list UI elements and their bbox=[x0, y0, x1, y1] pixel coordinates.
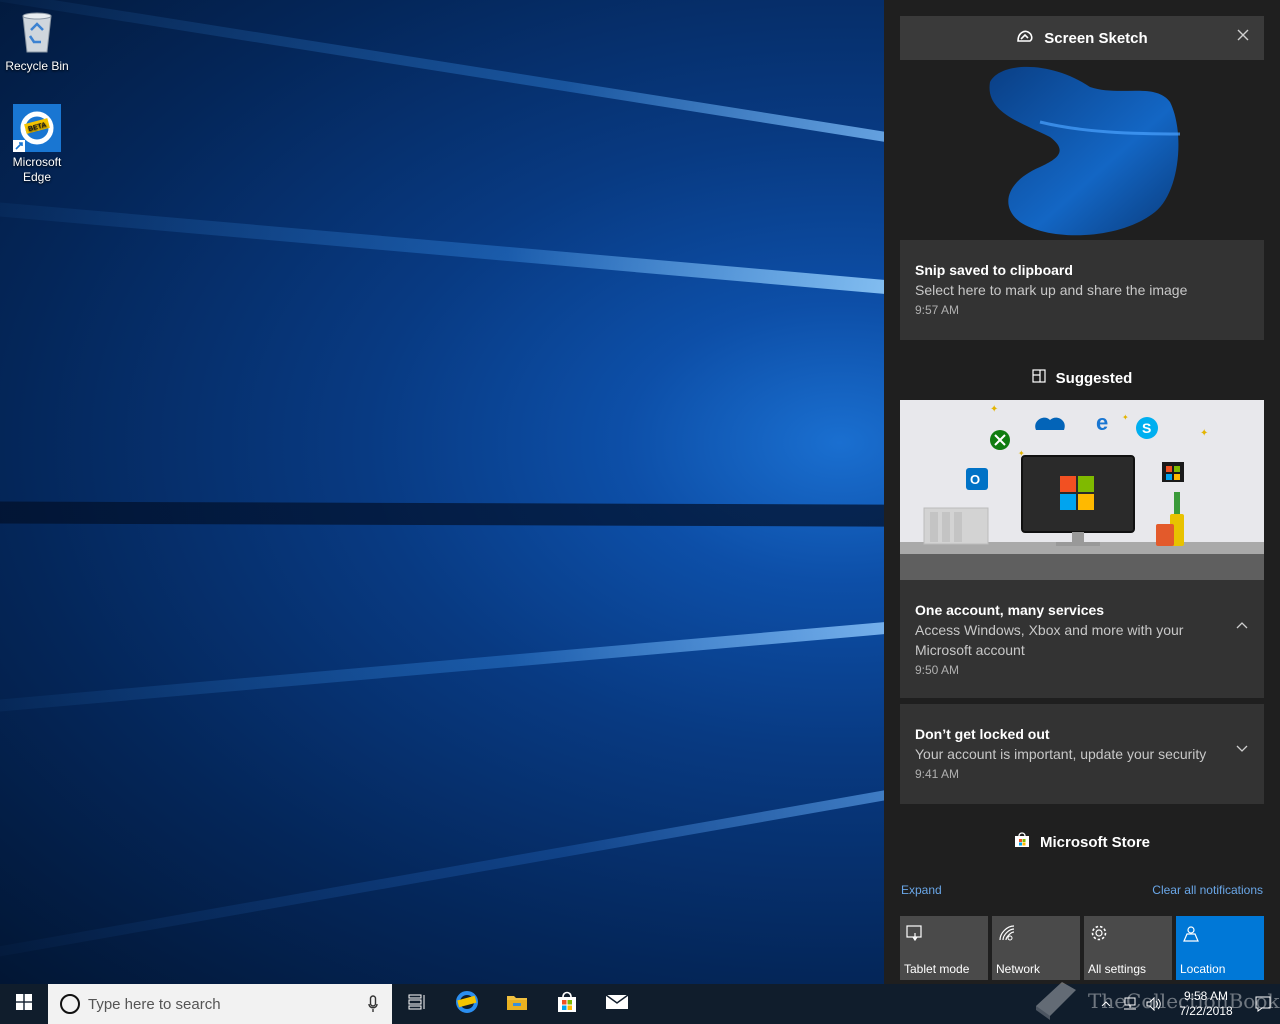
clear-all-notifications-link[interactable]: Clear all notifications bbox=[1152, 883, 1263, 897]
start-button[interactable] bbox=[0, 984, 48, 1024]
taskbar-edge-button[interactable] bbox=[442, 984, 492, 1024]
search-placeholder: Type here to search bbox=[88, 995, 221, 1013]
notification-time: 9:41 AM bbox=[915, 767, 960, 781]
svg-text:✦: ✦ bbox=[1200, 428, 1208, 439]
system-tray: 9:58 AM 7/22/2018 bbox=[1094, 984, 1280, 1024]
notification-title: Snip saved to clipboard bbox=[915, 262, 1073, 278]
action-center-icon[interactable] bbox=[1246, 984, 1280, 1024]
chevron-up-icon[interactable] bbox=[1236, 616, 1248, 629]
notification-locked-out[interactable]: Don’t get locked out Your account is imp… bbox=[900, 704, 1264, 804]
svg-text:O: O bbox=[970, 472, 980, 487]
chevron-up-icon[interactable] bbox=[1094, 984, 1118, 1024]
suggested-banner-image[interactable]: e S O ✦ ✦ ✦ ✦ bbox=[900, 400, 1264, 580]
edge-beta-icon: BETA bbox=[13, 104, 61, 152]
location-icon bbox=[1182, 924, 1200, 942]
mail-icon bbox=[605, 993, 629, 1015]
quick-action-tablet-mode[interactable]: Tablet mode bbox=[900, 916, 988, 980]
suggested-header[interactable]: Suggested bbox=[900, 356, 1264, 400]
tablet-mode-icon bbox=[906, 924, 924, 942]
notification-title: One account, many services bbox=[915, 602, 1105, 618]
taskbar-mail-button[interactable] bbox=[592, 984, 642, 1024]
quick-action-network[interactable]: Network bbox=[992, 916, 1080, 980]
store-icon bbox=[556, 991, 578, 1018]
file-explorer-icon bbox=[506, 993, 528, 1016]
tips-icon bbox=[1032, 369, 1046, 387]
quick-action-location[interactable]: Location bbox=[1176, 916, 1264, 980]
svg-text:✦: ✦ bbox=[1122, 413, 1129, 422]
snip-thumbnail[interactable] bbox=[980, 62, 1184, 240]
screen-sketch-icon bbox=[1016, 29, 1034, 47]
action-center: Screen Sketch Snip saved to clipboard Se… bbox=[884, 0, 1280, 984]
notification-time: 9:57 AM bbox=[915, 303, 960, 317]
notification-time: 9:50 AM bbox=[915, 663, 960, 677]
desktop-icon-label: Microsoft Edge bbox=[12, 155, 62, 184]
quick-action-label: All settings bbox=[1088, 962, 1147, 976]
microsoft-store-title: Microsoft Store bbox=[1039, 833, 1150, 851]
clock-date: 7/22/2018 bbox=[1179, 1004, 1233, 1018]
svg-text:S: S bbox=[1142, 420, 1151, 436]
svg-text:e: e bbox=[1096, 410, 1108, 435]
chevron-down-icon[interactable] bbox=[1236, 740, 1248, 752]
svg-text:✦: ✦ bbox=[990, 404, 998, 415]
quick-action-label: Tablet mode bbox=[904, 962, 970, 976]
volume-icon[interactable] bbox=[1142, 984, 1166, 1024]
store-icon bbox=[1014, 832, 1030, 852]
svg-text:✦: ✦ bbox=[1018, 449, 1025, 458]
quick-action-all-settings[interactable]: All settings bbox=[1084, 916, 1172, 980]
edge-beta-icon bbox=[455, 990, 479, 1019]
windows-logo-icon bbox=[16, 993, 32, 1015]
cortana-icon bbox=[60, 994, 80, 1014]
task-view-button[interactable] bbox=[392, 984, 442, 1024]
screen-sketch-title: Screen Sketch bbox=[1044, 29, 1148, 47]
desktop-icon-recycle-bin[interactable]: Recycle Bin bbox=[1, 8, 73, 74]
taskbar-file-explorer-button[interactable] bbox=[492, 984, 542, 1024]
taskbar-store-button[interactable] bbox=[542, 984, 592, 1024]
notification-body: Select here to mark up and share the ima… bbox=[915, 282, 1188, 298]
desktop-icon-microsoft-edge[interactable]: BETA Microsoft Edge bbox=[1, 104, 73, 185]
task-view-icon bbox=[408, 994, 426, 1015]
notification-title: Don’t get locked out bbox=[915, 726, 1050, 742]
network-icon bbox=[998, 924, 1016, 942]
taskbar-clock[interactable]: 9:58 AM 7/22/2018 bbox=[1166, 989, 1246, 1019]
desktop-icon-label: Recycle Bin bbox=[5, 59, 69, 73]
search-box[interactable]: Type here to search bbox=[48, 984, 392, 1024]
microsoft-store-header[interactable]: Microsoft Store bbox=[900, 820, 1264, 864]
desktop-wallpaper bbox=[0, 0, 884, 984]
notification-one-account[interactable]: One account, many services Access Window… bbox=[900, 580, 1264, 698]
screen-sketch-header[interactable]: Screen Sketch bbox=[900, 16, 1264, 60]
quick-action-label: Location bbox=[1180, 962, 1226, 976]
microphone-icon[interactable] bbox=[368, 995, 378, 1017]
notification-body: Access Windows, Xbox and more with your … bbox=[915, 622, 1184, 658]
notification-body: Your account is important, update your s… bbox=[915, 746, 1207, 762]
recycle-bin-icon bbox=[13, 8, 61, 56]
taskbar: Type here to search 9:58 AM 7/22/2018 bbox=[0, 984, 1280, 1024]
quick-actions: Tablet mode Network All settings Locatio… bbox=[900, 916, 1264, 980]
quick-action-label: Network bbox=[996, 962, 1041, 976]
expand-link[interactable]: Expand bbox=[901, 883, 942, 897]
notification-snip-saved[interactable]: Snip saved to clipboard Select here to m… bbox=[900, 240, 1264, 340]
suggested-title: Suggested bbox=[1055, 369, 1133, 387]
clock-time: 9:58 AM bbox=[1183, 989, 1229, 1003]
close-icon[interactable] bbox=[1236, 28, 1250, 42]
gear-icon bbox=[1090, 924, 1108, 942]
network-wired-icon[interactable] bbox=[1118, 984, 1142, 1024]
